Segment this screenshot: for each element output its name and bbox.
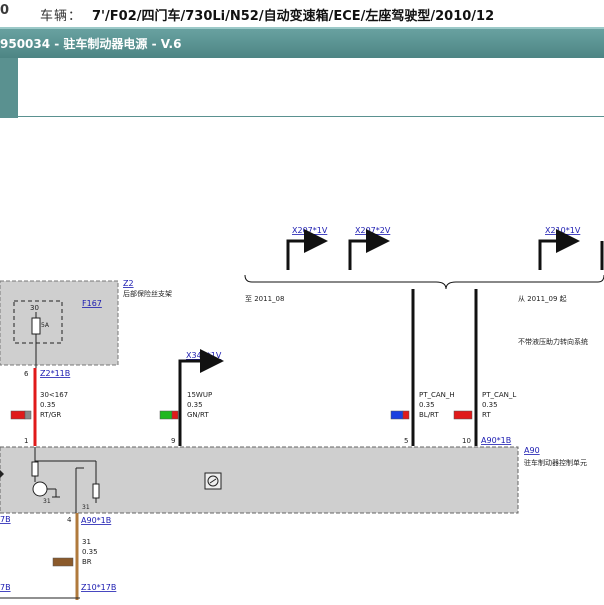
a90-pin31-a: 31 [43,498,51,505]
wire-pt-can-h-size: 0.35 [419,401,435,409]
connector-x207-1v-label[interactable]: X207*1V [292,226,328,235]
connector-x207-1v[interactable]: X207*1V [286,226,328,270]
wire-pt-can-l-color: RT [482,411,491,419]
connector-x210-1v-arrow [538,229,580,270]
wire-31-color: BR [82,558,92,566]
wire-color-swatch-red [10,410,26,420]
z2-label[interactable]: Z2 [123,279,134,288]
a90-bottom-connector-link[interactable]: A90*1B [81,516,111,525]
connector-x207-1v-arrow [286,229,328,270]
connector-x210-1v-label[interactable]: X210*1V [545,226,581,235]
wire-31-name: 31 [82,538,91,546]
a90-transistor [32,481,48,497]
a90-label[interactable]: A90 [524,446,540,455]
wire-30-167-size: 0.35 [40,401,56,409]
wire-30-167-color: RT/GR [40,411,61,419]
z10-connector-link[interactable]: Z10*17B [81,583,116,592]
wire-color-swatch-green [159,410,173,420]
wire-pt-can-h-color: BL/RT [419,411,439,419]
connector-x207-2v[interactable]: X207*2V [348,226,391,270]
fuse-f167-link[interactable]: F167 [82,299,102,308]
note-from: 从 2011_09 起 [518,295,567,303]
wire-color-swatch-red-stripe [171,410,179,420]
fuse-element [31,317,41,335]
fuse-rating: 5A [41,322,50,329]
note-until: 至 2011_08 [245,295,284,303]
z2-description: 后部保险丝支架 [123,289,172,298]
connector-x210-1v[interactable]: X210*1V [538,226,581,270]
connector-x207-2v-arrow [348,229,390,270]
wire-color-swatch-red-2 [453,410,473,420]
a90-pin-1: 1 [24,437,28,445]
a90-description: 驻车制动器控制单元 [524,458,587,467]
wire-15wup-color: GN/RT [187,411,209,419]
a90-pin-5: 5 [404,437,408,445]
z2-pin-6: 6 [24,370,29,378]
left-cut-link[interactable]: 7B [0,583,11,592]
a90-resistor [31,461,39,477]
z2-fuse-carrier [0,280,119,366]
a90-pin31-b: 31 [82,504,90,511]
variant-brace [244,274,604,290]
wire-color-swatch-grey [24,410,32,420]
wire-pt-can-l-name: PT_CAN_L [482,391,516,399]
connector-x344-link[interactable]: X344*1V [186,351,222,360]
a90-control-unit [0,446,519,514]
wiring-diagram: X207*1V X207*2V X210*1V 至 2011_08 从 2011… [0,226,604,600]
a90-resistor-2 [92,483,100,499]
note-no-hydraulic: 不带液压助力转向系统 [518,337,588,346]
wire-color-swatch-red-stripe-2 [402,410,410,420]
wire-30-167-name: 30<167 [40,391,68,399]
z2-connector-link[interactable]: Z2*11B [40,369,70,378]
wire-color-swatch-brown [52,557,74,567]
wire-15wup-name: 15WUP [187,391,212,399]
wire-color-swatch-blue [390,410,404,420]
connector-x207-2v-label[interactable]: X207*2V [355,226,391,235]
wire-pt-can-h-name: PT_CAN_H [419,391,455,399]
fuse-pin-30: 30 [30,304,39,312]
a90-pin-4: 4 [67,516,72,524]
wire-pt-can-l-size: 0.35 [482,401,498,409]
a90-connector-link[interactable]: A90*1B [481,436,511,445]
a90-pin-9: 9 [171,437,175,445]
wire-31-size: 0.35 [82,548,98,556]
wire-15wup-size: 0.35 [187,401,203,409]
a90-pin-10: 10 [462,437,471,445]
left-cut-link-2[interactable]: 7B [0,515,11,524]
